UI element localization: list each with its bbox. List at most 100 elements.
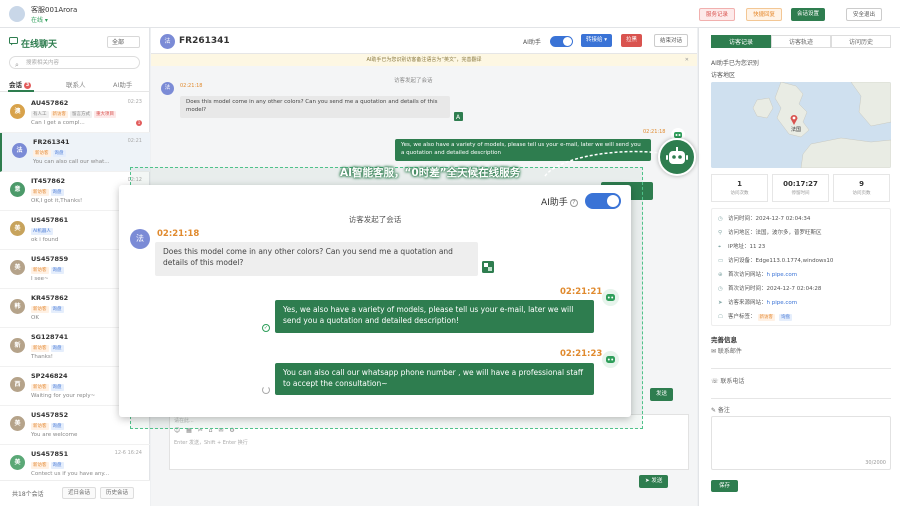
- map-city-label: 法国: [791, 127, 802, 133]
- conversation-item[interactable]: 澳 AU457862 02:23 有人工 新访客 留言方式 重大项目 Can I get a …: [0, 94, 150, 133]
- logout-button[interactable]: 安全退出: [846, 8, 883, 21]
- conversation-avatar: 韩: [10, 299, 25, 314]
- session-count: 共18个会话: [12, 491, 44, 498]
- conversation-item[interactable]: 法 FR261341 02:21 新访客 询盘 You can also call our…: [0, 133, 150, 172]
- top-bar: 客服001Arora 在线 ▾ 服务记录 快捷回复 会话设置 安全退出: [0, 0, 900, 28]
- callout-arc: [544, 150, 661, 177]
- message-time: 02:21:18: [180, 83, 203, 89]
- popup-ai-toggle[interactable]: [585, 193, 621, 209]
- stat-visits: 1 访问次数: [711, 174, 768, 202]
- visitor-info-row: ⚲ 访问地区：法国，波尔多，普罗旺斯区: [718, 228, 822, 236]
- conversation-name: KR457862: [31, 294, 69, 302]
- tab-visitor-records[interactable]: 访客记录: [711, 35, 771, 48]
- tag-badge: 新访客: [50, 111, 68, 118]
- tag-badge: 询盘: [50, 345, 64, 352]
- input-placeholder: Enter 发送，Shift + Enter 换行: [174, 440, 248, 446]
- recent-sessions-button[interactable]: 近日会话: [62, 487, 97, 499]
- conversation-name: IT457862: [31, 177, 65, 185]
- ai-identified-label: AI助手已为您识别: [711, 60, 759, 67]
- tag-badge: 留言方式: [70, 111, 92, 118]
- info-label: 访问地区：: [728, 230, 756, 236]
- history-sessions-button[interactable]: 历史会话: [100, 487, 135, 499]
- conversation-preview: You can also call our what...: [33, 159, 110, 165]
- info-value[interactable]: h pipe.com: [767, 272, 798, 278]
- send-button-small[interactable]: 发送: [650, 388, 674, 401]
- translate-icon[interactable]: A: [454, 112, 463, 121]
- conversation-item[interactable]: 美 US457851 12-6 16:24 新访客 询盘 Contect us if yo…: [0, 445, 150, 484]
- send-button[interactable]: ➤ 发送: [639, 475, 669, 488]
- help-icon[interactable]: ?: [569, 199, 578, 207]
- visitor-region-label: 访客地区: [711, 72, 736, 79]
- chat-title: FR261341: [179, 36, 230, 46]
- visitor-info-row: ➤ 访客来源网站：h pipe.com: [718, 298, 797, 306]
- conversation-tags: 新访客 询盘: [31, 304, 66, 313]
- conversation-preview: Thanks!: [31, 354, 53, 360]
- info-label: 首次访问时间：: [728, 286, 767, 292]
- conversation-preview: Contect us if you have any...: [31, 471, 110, 477]
- conversation-tags: 新访客 询盘: [31, 421, 66, 430]
- promo-headline: AI智能客服，“0时差”全天候在线服务: [340, 167, 521, 179]
- visitor-avatar: 法: [160, 34, 175, 49]
- system-message: 访客发起了会话: [394, 78, 433, 84]
- info-icon: ▭: [718, 258, 724, 264]
- tab-contacts[interactable]: 联系人: [66, 79, 86, 89]
- visit-stats: 1 访问次数 00:17:27 停留时间 9 访问页数: [711, 174, 891, 202]
- tag-badge: 询盘: [50, 423, 64, 430]
- tab-visitor-track[interactable]: 访客轨迹: [771, 35, 831, 48]
- conversation-name: SG128741: [31, 333, 69, 341]
- conversation-avatar: 法: [12, 143, 27, 158]
- popup-ai-reply-2: You can also call our whatsapp phone num…: [275, 363, 594, 395]
- info-value[interactable]: h pipe.com: [767, 300, 798, 306]
- conversation-preview: Can I get a compl...: [31, 120, 85, 126]
- conversation-tags: AI机器人: [31, 226, 55, 235]
- conversation-preview: ok i found: [31, 237, 59, 243]
- info-icon: ⌖: [718, 244, 722, 250]
- end-chat-button[interactable]: 结束对话: [654, 34, 689, 47]
- email-label: ✉ 联系邮件: [711, 348, 742, 355]
- visitor-info-panel: 访客记录 访客轨迹 访问历史 AI助手已为您识别 访客地区 法国 1 访问次数 0…: [698, 28, 900, 506]
- info-icon: ☖: [718, 314, 723, 320]
- char-counter: 30/2000: [865, 460, 886, 466]
- popup-visitor-avatar: 法: [130, 229, 150, 249]
- popup-time-2: 02:21:21: [560, 287, 603, 297]
- conversation-time: 02:23: [127, 99, 142, 105]
- conversation-time: 12-6 16:24: [114, 450, 142, 456]
- tag-badge: 重大项目: [94, 111, 116, 118]
- tab-ai-assistant[interactable]: AI助手: [113, 79, 132, 89]
- robot-icon: [602, 351, 619, 368]
- translate-icon[interactable]: [482, 261, 494, 273]
- search-input[interactable]: ⌕ 搜索相关内容: [9, 56, 140, 69]
- conversation-preview: I see~: [31, 276, 49, 282]
- email-field[interactable]: [711, 368, 891, 369]
- block-button[interactable]: 拉黑: [621, 34, 643, 47]
- session-settings-button[interactable]: 会话设置: [791, 8, 826, 21]
- agent-status-dropdown[interactable]: 在线 ▾: [31, 15, 48, 24]
- unread-count-badge: 1: [136, 120, 142, 126]
- close-icon[interactable]: ✕: [685, 54, 689, 66]
- conversation-tags: 新访客 询盘: [31, 265, 66, 274]
- popup-ai-label: AI助手?: [541, 195, 578, 208]
- tab-sessions[interactable]: 会话 3: [9, 79, 31, 89]
- robot-icon: [666, 147, 688, 164]
- filter-select[interactable]: 全部: [107, 36, 140, 48]
- conversation-avatar: 西: [10, 377, 25, 392]
- service-records-button[interactable]: 服务记录: [699, 8, 736, 21]
- save-button[interactable]: 保存: [711, 480, 739, 492]
- tag-badge: 询盘: [50, 306, 64, 313]
- search-icon: ⌕: [15, 61, 19, 69]
- phone-field[interactable]: [711, 398, 891, 399]
- transfer-button[interactable]: 转接给 ▾: [581, 34, 613, 47]
- note-textarea[interactable]: 30/2000: [711, 416, 891, 470]
- sending-spinner-icon: [262, 386, 270, 394]
- stat-pages: 9 访问页数: [833, 174, 890, 202]
- visitor-map: 法国: [711, 82, 891, 168]
- visitor-info-row: ◷ 访问时间：2024-12-7 02:04:34: [718, 214, 810, 222]
- agent-name: 客服001Arora: [31, 6, 78, 14]
- conversation-tags: 有人工 新访客 留言方式 重大项目: [31, 109, 118, 118]
- ai-assistant-toggle[interactable]: [550, 36, 573, 47]
- info-label: 首次访问网站：: [728, 272, 767, 278]
- tab-visit-history[interactable]: 访问历史: [831, 35, 891, 48]
- info-icon: ⚲: [718, 230, 723, 236]
- agent-avatar[interactable]: [9, 6, 25, 22]
- quick-reply-button[interactable]: 快捷回复: [746, 8, 783, 21]
